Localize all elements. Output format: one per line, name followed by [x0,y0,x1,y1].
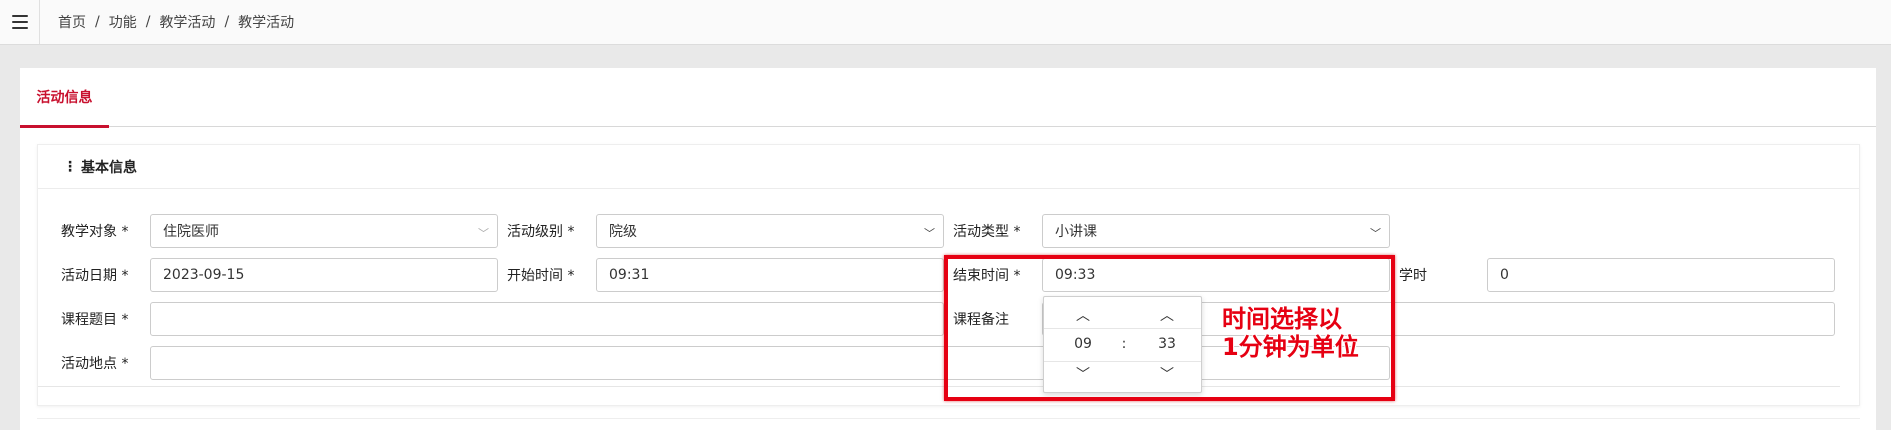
hour-down-button[interactable]: ﹀ [1068,364,1098,384]
breadcrumb-function[interactable]: 功能 [109,12,137,32]
picker-divider [1044,328,1201,329]
start-time-label: 开始时间 * [507,268,575,284]
breadcrumb-separator: / [95,14,100,30]
end-time-label: 结束时间 * [953,268,1021,284]
activity-date-input[interactable]: 2023-09-15 [150,258,498,292]
tab-bar: 活动信息 [20,68,1876,128]
chevron-down-icon: ﹀ [924,227,935,240]
activity-date-value: 2023-09-15 [163,267,245,283]
chevron-down-icon: ﹀ [1076,367,1090,383]
chevron-up-icon: ︿ [1160,308,1174,324]
section-title: 基本信息 [81,159,137,176]
vertical-dots-icon: ⋮ [63,158,77,175]
activity-level-value: 院级 [609,224,637,240]
breadcrumb-home[interactable]: 首页 [58,12,86,32]
location-label: 活动地点 * [61,356,129,372]
start-time-value: 09:31 [609,267,650,283]
teach-target-label: 教学对象 * [61,224,129,240]
end-time-value: 09:33 [1055,267,1096,283]
class-hours-value: 0 [1500,267,1509,283]
course-title-label: 课程题目 * [61,312,129,328]
course-note-label: 课程备注 [953,312,1009,328]
class-hours-label: 学时 [1399,268,1427,284]
form-bottom-rule [38,386,1840,387]
teach-target-value: 住院医师 [163,224,219,240]
annotation-text: 时间选择以 1分钟为单位 [1222,305,1359,361]
activity-level-label: 活动级别 * [507,224,575,240]
time-separator: : [1121,336,1127,352]
location-input[interactable] [150,346,1390,380]
minute-up-button[interactable]: ︿ [1152,305,1182,325]
minute-down-button[interactable]: ﹀ [1152,364,1182,384]
breadcrumb-teaching-activity[interactable]: 教学活动 [159,12,215,32]
hamburger-icon [11,15,28,29]
picker-divider [1044,361,1201,362]
tab-activity-info[interactable]: 活动信息 [20,68,109,128]
chevron-down-icon: ﹀ [1160,367,1174,383]
chevron-down-icon: ﹀ [1370,227,1381,240]
breadcrumb-separator: / [145,14,151,30]
minute-value[interactable]: 33 [1147,336,1187,352]
teach-target-select[interactable]: 住院医师 ﹀ [150,214,498,248]
activity-type-value: 小讲课 [1055,224,1097,240]
next-card-edge [37,418,1860,430]
hour-value[interactable]: 09 [1063,336,1103,352]
hour-up-button[interactable]: ︿ [1068,305,1098,325]
breadcrumb-current: 教学活动 [238,15,295,31]
time-picker-popup: ︿ ︿ 09 : 33 ﹀ ﹀ [1043,296,1202,393]
section-header: ⋮ 基本信息 [38,145,1859,189]
activity-date-label: 活动日期 * [61,268,129,284]
menu-toggle-button[interactable] [0,0,40,44]
activity-type-select[interactable]: 小讲课 ﹀ [1042,214,1390,248]
chevron-up-icon: ︿ [1076,308,1090,324]
top-bar: 首页 / 功能 / 教学活动 / 教学活动 [0,0,1891,45]
end-time-input[interactable]: 09:33 [1042,258,1390,292]
activity-level-select[interactable]: 院级 ﹀ [596,214,944,248]
breadcrumb-separator: / [224,14,230,30]
course-title-input[interactable] [150,302,944,336]
chevron-down-icon: ﹀ [478,227,489,240]
class-hours-input[interactable]: 0 [1487,258,1835,292]
breadcrumb: 首页 / 功能 / 教学活动 / 教学活动 [58,0,294,44]
activity-type-label: 活动类型 * [953,224,1021,240]
start-time-input[interactable]: 09:31 [596,258,944,292]
